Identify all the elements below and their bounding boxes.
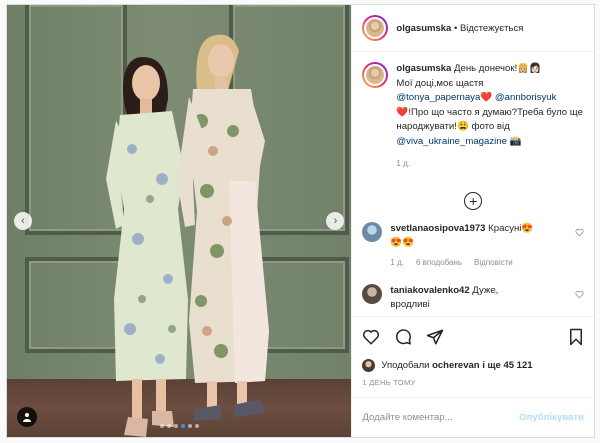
- heart-icon[interactable]: [362, 328, 380, 346]
- comment-time[interactable]: 1 д.: [390, 256, 404, 270]
- caption-username[interactable]: olgasumska: [396, 63, 451, 74]
- comment-text-cont: 😍😍: [390, 236, 415, 248]
- mention-link[interactable]: @annborisyuk: [495, 92, 556, 103]
- author-username[interactable]: olgasumska: [396, 23, 451, 34]
- carousel-dot: [166, 424, 171, 428]
- caption-text: olgasumska День донечок!👸🏼👩🏻 Мої доці,мо…: [396, 62, 584, 172]
- likes-prefix: Уподобали: [381, 359, 433, 371]
- commenter-avatar[interactable]: [362, 283, 383, 304]
- camera-emoji: 📸: [509, 135, 522, 147]
- carousel-dot: [173, 424, 178, 428]
- carousel-dot: [180, 424, 185, 428]
- comments-area: olgasumska День донечок!👸🏼👩🏻 Мої доці,мо…: [352, 52, 594, 316]
- carousel-dot: [194, 424, 199, 428]
- comment-like-button[interactable]: [575, 228, 584, 237]
- liker-username[interactable]: ocherevan: [432, 360, 480, 371]
- follow-status[interactable]: Відстежується: [460, 23, 523, 34]
- chevron-right-icon: ›: [333, 215, 338, 227]
- comment-username[interactable]: taniakovalenko42: [390, 285, 469, 296]
- instagram-post: ‹ › olgasumska • Відстежується olgasumsk…: [6, 4, 595, 438]
- comment-likes[interactable]: 6 вподобань: [416, 256, 462, 270]
- carousel-dot: [159, 424, 164, 428]
- likes-summary: Уподобали ocherevan і ще 45 121: [352, 356, 594, 374]
- comment-text: Дуже,: [472, 284, 499, 296]
- post-time[interactable]: 1 ДЕНЬ ТОМУ: [352, 374, 594, 397]
- caption-line3: !Про що часто я думаю?Треба було ще наро…: [396, 106, 583, 133]
- post-photo[interactable]: ‹ ›: [7, 5, 352, 437]
- heart-emoji: ❤️: [480, 92, 493, 103]
- heart-icon: [575, 290, 584, 298]
- plus-circle-icon[interactable]: +: [464, 191, 483, 210]
- caption-line2: Мої доці,моє щастя: [396, 77, 484, 89]
- likes-count[interactable]: і ще 45 121: [480, 360, 532, 371]
- add-comment-bar: Опублікувати: [352, 397, 594, 437]
- comment-item: svetlanaosipova1973 Красуні😍 😍😍 1 д. 6 в…: [362, 221, 584, 270]
- comment-input[interactable]: [362, 412, 520, 423]
- caption-avatar[interactable]: [362, 62, 389, 88]
- chevron-left-icon: ‹: [21, 215, 25, 227]
- post-header: olgasumska • Відстежується: [352, 5, 594, 52]
- liker-avatar[interactable]: [362, 358, 376, 372]
- commenter-avatar[interactable]: [362, 221, 383, 242]
- caption: olgasumska День донечок!👸🏼👩🏻 Мої доці,мо…: [362, 62, 584, 172]
- person-right: [177, 34, 269, 421]
- comment-item: taniakovalenko42 Дуже, вродливі: [362, 283, 584, 312]
- caption-time[interactable]: 1 д.: [396, 157, 584, 172]
- user-tag-icon: [23, 413, 31, 422]
- caption-line1: День донечок!👸🏼👩🏻: [454, 63, 542, 74]
- heart-icon: [575, 228, 584, 236]
- publish-button[interactable]: Опублікувати: [519, 412, 584, 423]
- carousel-indicator: [7, 424, 351, 428]
- action-bar: [352, 316, 594, 356]
- carousel-dot: [187, 424, 192, 428]
- comment-icon[interactable]: [394, 328, 412, 346]
- header-separator: •: [451, 22, 460, 34]
- heart-emoji: ❤️: [396, 106, 409, 118]
- comment-like-button[interactable]: [575, 290, 584, 299]
- comment-username[interactable]: svetlanaosipova1973: [390, 223, 485, 234]
- share-icon[interactable]: [426, 328, 444, 346]
- reply-button[interactable]: Відповісти: [474, 256, 513, 270]
- mention-link[interactable]: @viva_ukraine_magazine: [396, 136, 507, 147]
- post-side-panel: olgasumska • Відстежується olgasumska Де…: [351, 5, 594, 437]
- bookmark-icon[interactable]: [568, 328, 584, 346]
- comment-text: Красуні😍: [488, 222, 534, 234]
- comment-text-cont: вродливі: [390, 298, 430, 310]
- previous-photo-button[interactable]: ‹: [14, 212, 32, 230]
- author-avatar[interactable]: [362, 15, 389, 41]
- mention-link[interactable]: @tonya_papernaya: [396, 92, 480, 103]
